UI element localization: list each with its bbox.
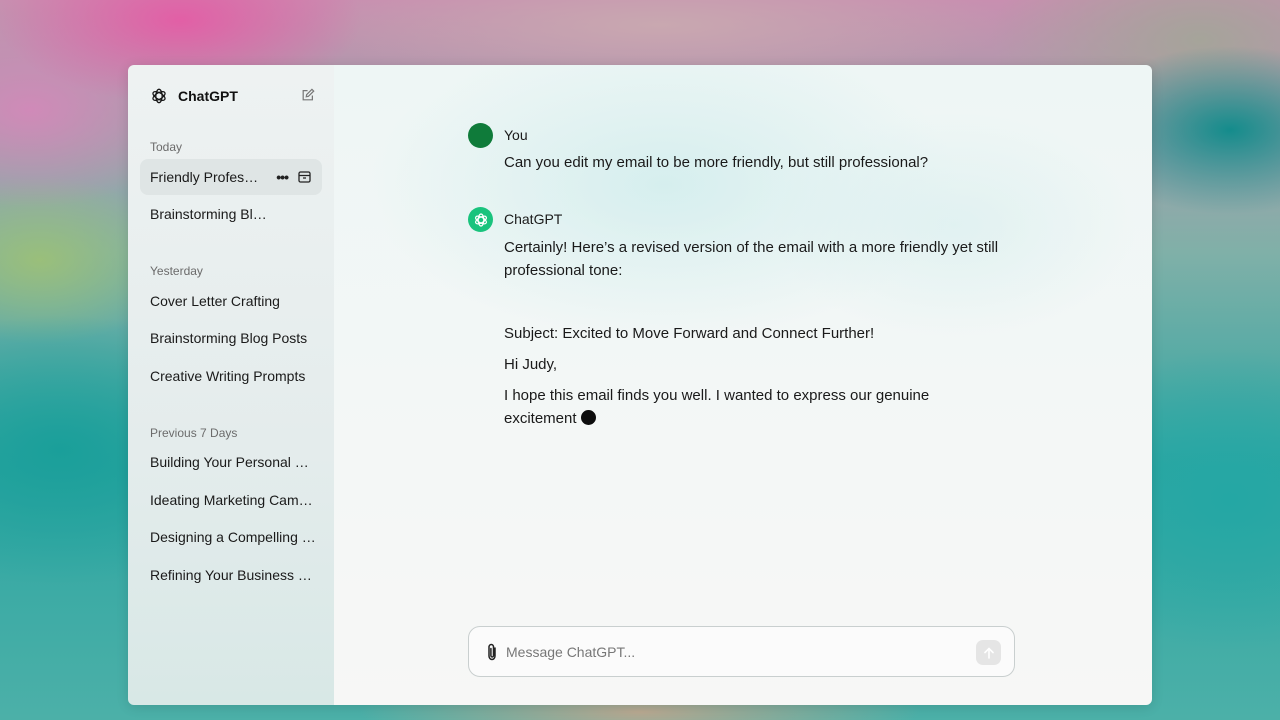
app-window: ChatGPT Today Friendly Professional Emai… — [128, 65, 1152, 705]
conversation-title: Refining Your Business Plan — [150, 566, 316, 583]
chat-main: You Can you edit my email to be more fri… — [334, 65, 1152, 705]
conversation-title: Brainstorming Blog Ideas — [150, 206, 274, 222]
conversation-actions: ••• — [276, 159, 312, 195]
conversation-title: Ideating Marketing Campaigns — [150, 491, 316, 508]
assistant-message: ChatGPT Certainly! Here’s a revised vers… — [468, 207, 1008, 447]
user-message-text: Can you edit my email to be more friendl… — [504, 154, 929, 171]
user-name: You — [504, 127, 528, 143]
conversation-title: Creative Writing Prompts — [150, 367, 306, 384]
conversation-title: Building Your Personal Brand — [150, 454, 316, 470]
conversation-item[interactable]: Refining Your Business Plan — [140, 557, 322, 593]
arrow-up-icon — [983, 646, 994, 659]
archive-icon[interactable] — [298, 170, 312, 184]
section-label-yesterday: Yesterday — [150, 264, 203, 278]
sidebar-header[interactable]: ChatGPT — [140, 65, 322, 127]
user-message: You Can you edit my email to be more fri… — [468, 123, 1008, 183]
message-input[interactable] — [506, 641, 966, 663]
conversation-item[interactable]: Brainstorming Blog Ideas — [140, 196, 322, 232]
assistant-name: ChatGPT — [504, 211, 563, 227]
email-body: I hope this email finds you well. I want… — [504, 384, 1004, 430]
conversation-item[interactable]: Designing a Compelling Pitch — [140, 519, 322, 555]
user-avatar — [468, 123, 493, 148]
conversation-title: Friendly Professional Email Edit — [150, 168, 263, 185]
openai-logo-icon — [474, 212, 487, 227]
conversation-title: Brainstorming Blog Posts — [150, 330, 308, 346]
conversation-item[interactable]: Cover Letter Crafting — [140, 283, 322, 319]
email-body-text: I hope this email finds you well. I want… — [504, 387, 930, 427]
conversation-item[interactable]: Building Your Personal Brand — [140, 444, 322, 480]
section-label-previous-7-days: Previous 7 Days — [150, 425, 238, 440]
email-subject: Subject: Excited to Move Forward and Con… — [504, 325, 875, 342]
assistant-intro: Certainly! Here’s a revised version of t… — [504, 239, 999, 279]
more-options-icon[interactable]: ••• — [276, 170, 289, 184]
app-title: ChatGPT — [178, 88, 238, 104]
openai-logo-icon — [149, 86, 169, 106]
new-chat-icon[interactable] — [300, 87, 316, 103]
message-composer — [468, 626, 1015, 677]
conversation-title: Designing a Compelling Pitch — [150, 529, 316, 545]
streaming-cursor — [580, 410, 596, 425]
assistant-message-body: Certainly! Here’s a revised version of t… — [504, 236, 1004, 438]
conversation-item[interactable]: Brainstorming Blog Posts — [140, 320, 322, 356]
assistant-avatar — [468, 207, 493, 232]
email-greeting: Hi Judy, — [504, 356, 558, 373]
paperclip-icon[interactable] — [483, 642, 501, 662]
conversation-item[interactable]: Ideating Marketing Campaigns — [140, 482, 322, 518]
conversation-item[interactable]: Creative Writing Prompts — [140, 358, 322, 394]
send-button[interactable] — [976, 640, 1001, 665]
sidebar: ChatGPT Today Friendly Professional Emai… — [128, 65, 334, 705]
section-label-today: Today — [150, 140, 183, 154]
conversation-item[interactable]: Friendly Professional Email Edit ••• — [140, 158, 322, 195]
conversation-title: Cover Letter Crafting — [150, 292, 280, 309]
